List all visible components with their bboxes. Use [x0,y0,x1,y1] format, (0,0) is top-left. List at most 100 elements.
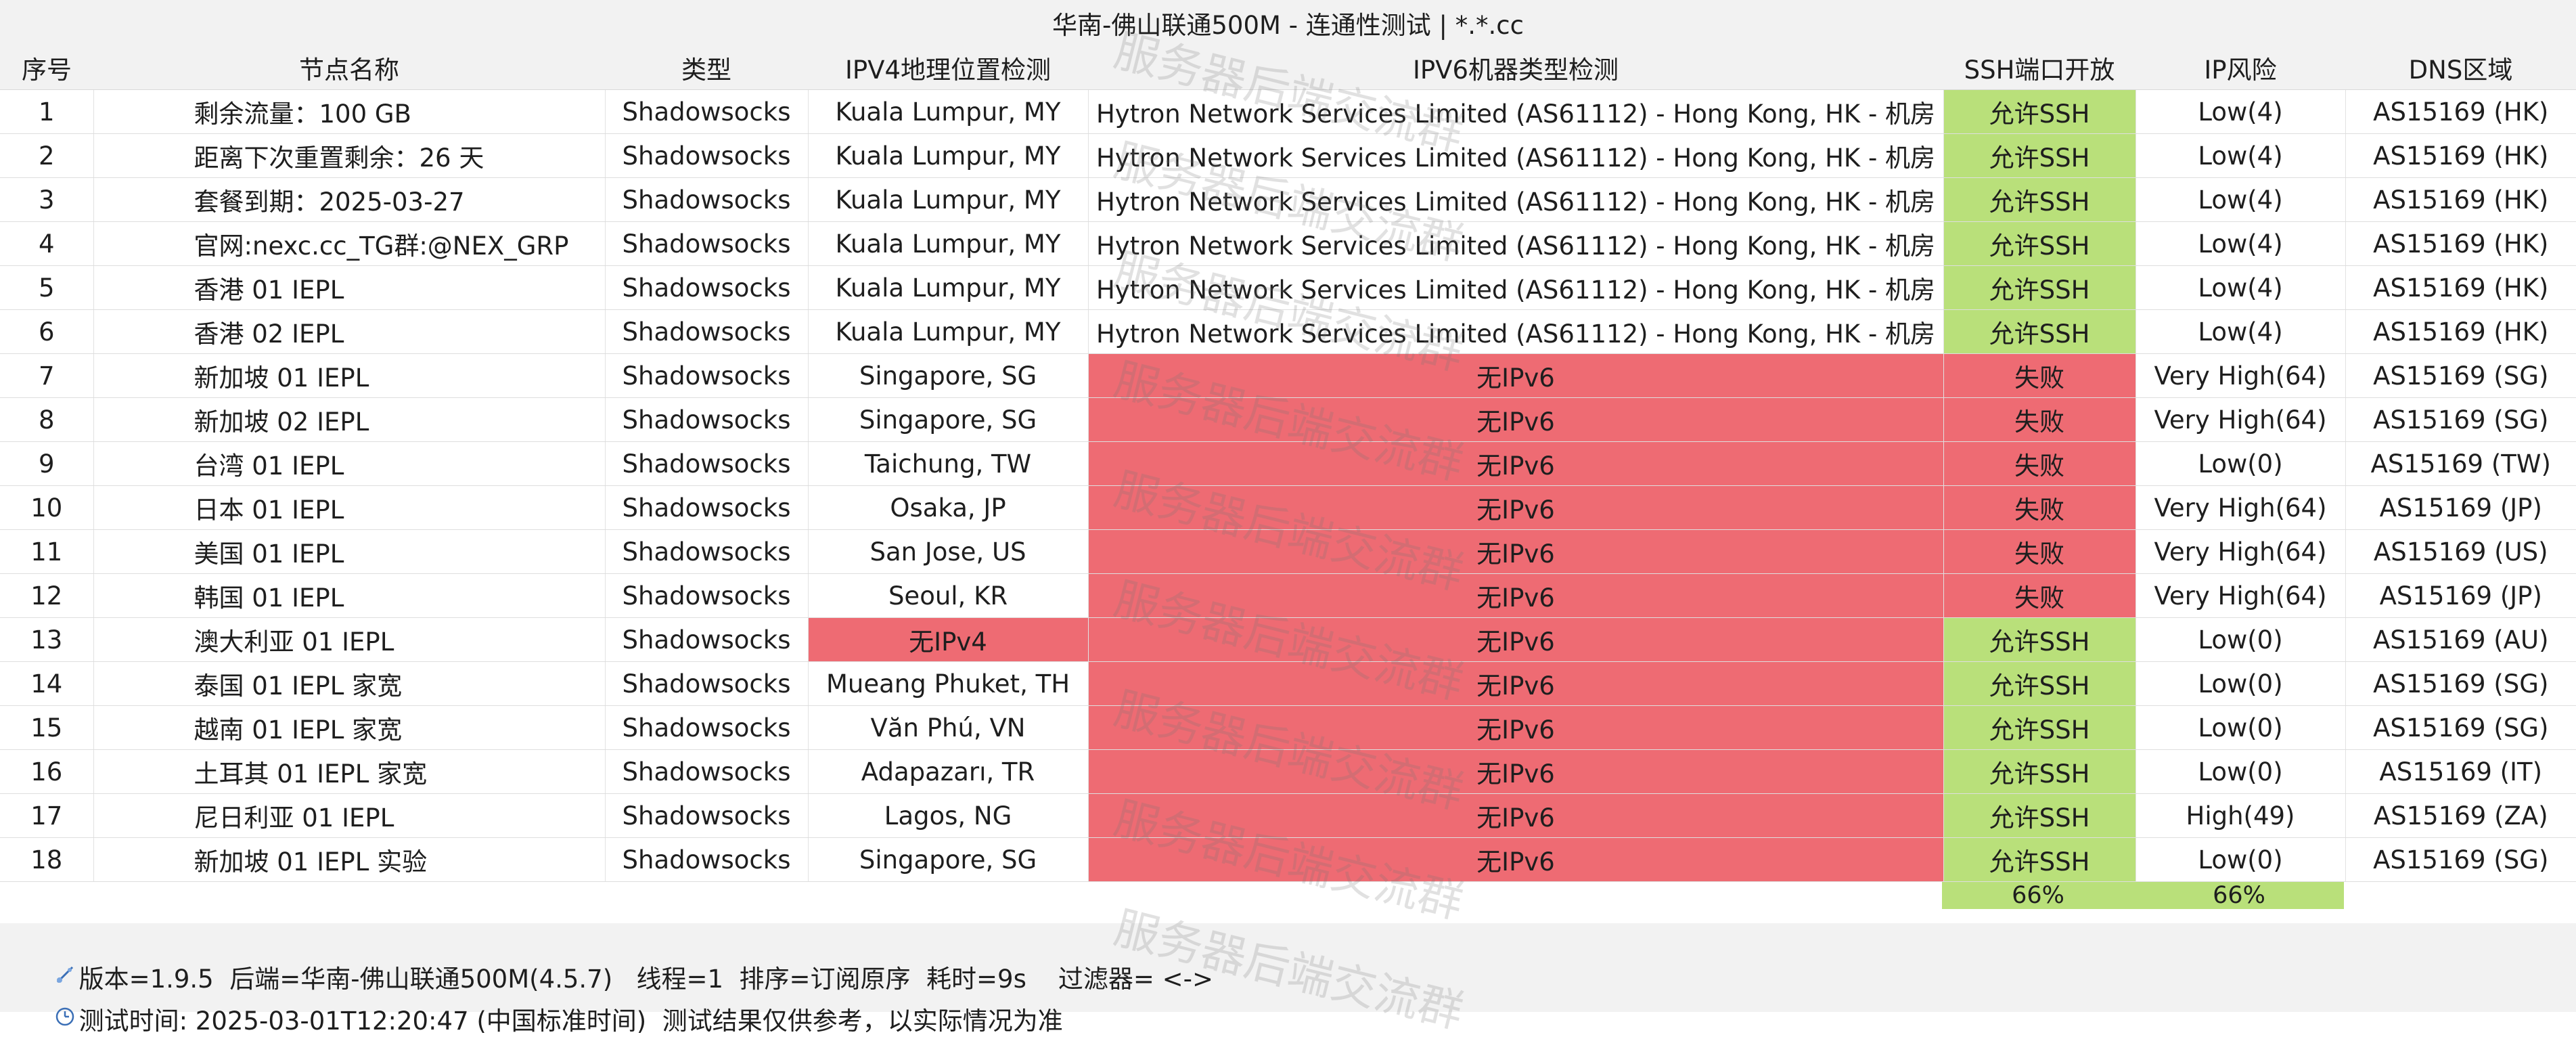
cell-dns: AS15169 (HK) [2345,221,2576,266]
column-header-type: 类型 [605,46,808,90]
cell-dns: AS15169 (IT) [2345,749,2576,794]
cell-node-name: 泰国 01 IEPL 家宽 [93,661,606,706]
cell-index: 15 [0,705,94,750]
table-row: 9 台湾 01 IEPL Shadowsocks Taichung, TW 无IPv6 失… [0,441,2576,486]
cell-type: Shadowsocks [605,309,809,354]
cell-dns: AS15169 (HK) [2345,133,2576,178]
cell-index: 12 [0,573,94,618]
cell-ip-risk: Low(0) [2136,837,2346,882]
cell-index: 10 [0,485,94,530]
table-row: 3 套餐到期：2025-03-27 Shadowsocks Kuala Lumpur,… [0,177,2576,222]
cell-ssh: 失败 [1943,397,2136,442]
cell-ip-risk: Low(0) [2136,441,2346,486]
cell-type: Shadowsocks [605,837,809,882]
cell-ssh: 失败 [1943,485,2136,530]
cell-index: 4 [0,221,94,266]
cell-ipv6-type: 无IPv6 [1088,573,1944,618]
table-row: 14 泰国 01 IEPL 家宽 Shadowsocks Mueang Phuket,… [0,661,2576,706]
cell-ssh: 允许SSH [1943,661,2136,706]
cell-node-name: 新加坡 01 IEPL [93,353,606,398]
column-header-ssh: SSH端口开放 [1943,46,2136,90]
table-row: 12 韩国 01 IEPL Shadowsocks Seoul, KR 无IPv6 失败 V… [0,573,2576,618]
cell-ssh: 失败 [1943,441,2136,486]
footer-line-test-time: 测试时间: 2025-03-01T12:20:47 (中国标准时间) 测试结果仅… [7,975,1063,1062]
cell-ipv6-type: 无IPv6 [1088,705,1944,750]
cell-ipv6-type: Hytron Network Services Limited (AS61112… [1088,265,1944,310]
cell-node-name: 香港 02 IEPL [93,309,606,354]
cell-type: Shadowsocks [605,617,809,662]
column-header-ipv4-geo: IPV4地理位置检测 [808,46,1088,90]
cell-ipv4-geo: Osaka, JP [808,485,1089,530]
cell-ipv6-type: 无IPv6 [1088,485,1944,530]
cell-ip-risk: Low(0) [2136,749,2346,794]
cell-type: Shadowsocks [605,265,809,310]
cell-type: Shadowsocks [605,133,809,178]
footer: 版本=1.9.5 后端=华南-佛山联通500M(4.5.7) 线程=1 排序=订… [0,923,2576,1036]
cell-type: Shadowsocks [605,485,809,530]
cell-ipv6-type: 无IPv6 [1088,397,1944,442]
table-row: 2 距离下次重置剩余：26 天 Shadowsocks Kuala Lumpur, M… [0,133,2576,178]
cell-ip-risk: Low(4) [2136,177,2346,222]
cell-ssh: 允许SSH [1943,793,2136,838]
column-header-node-name: 节点名称 [93,46,605,90]
page-title-text: 华南-佛山联通500M - 连通性测试 | *.*.cc [1052,11,1524,40]
cell-dns: AS15169 (SG) [2345,705,2576,750]
cell-ipv6-type: 无IPv6 [1088,661,1944,706]
cell-ip-risk: Low(4) [2136,133,2346,178]
cell-type: Shadowsocks [605,749,809,794]
column-header-ipv6-type: IPV6机器类型检测 [1088,46,1943,90]
cell-ssh: 失败 [1943,573,2136,618]
cell-type: Shadowsocks [605,441,809,486]
results-table: 序号 节点名称 类型 IPV4地理位置检测 IPV6机器类型检测 SSH端口开放… [0,46,2576,882]
cell-node-name: 澳大利亚 01 IEPL [93,617,606,662]
cell-ipv4-geo: Taichung, TW [808,441,1089,486]
cell-index: 16 [0,749,94,794]
cell-ssh: 失败 [1943,353,2136,398]
cell-node-name: 官网:nexc.cc_TG群:@NEX_GRP [93,221,606,266]
table-row: 8 新加坡 02 IEPL Shadowsocks Singapore, SG 无IPv… [0,397,2576,442]
cell-node-name: 距离下次重置剩余：26 天 [93,133,606,178]
cell-ipv6-type: 无IPv6 [1088,529,1944,574]
cell-node-name: 尼日利亚 01 IEPL [93,793,606,838]
cell-ssh: 允许SSH [1943,837,2136,882]
cell-ssh: 允许SSH [1943,89,2136,134]
cell-index: 5 [0,265,94,310]
cell-ipv4-geo: Văn Phú, VN [808,705,1089,750]
cell-type: Shadowsocks [605,705,809,750]
cell-type: Shadowsocks [605,353,809,398]
cell-ipv6-type: 无IPv6 [1088,617,1944,662]
cell-index: 7 [0,353,94,398]
cell-dns: AS15169 (SG) [2345,661,2576,706]
cell-dns: AS15169 (HK) [2345,265,2576,310]
table-row: 18 新加坡 01 IEPL 实验 Shadowsocks Singapore, SG… [0,837,2576,882]
cell-index: 13 [0,617,94,662]
cell-ipv6-type: 无IPv6 [1088,441,1944,486]
cell-ipv4-geo: Kuala Lumpur, MY [808,177,1089,222]
cell-ipv4-geo: Adapazarı, TR [808,749,1089,794]
cell-index: 11 [0,529,94,574]
cell-node-name: 新加坡 01 IEPL 实验 [93,837,606,882]
cell-ip-risk: Low(4) [2136,309,2346,354]
cell-type: Shadowsocks [605,89,809,134]
cell-node-name: 韩国 01 IEPL [93,573,606,618]
table-row: 4 官网:nexc.cc_TG群:@NEX_GRP Shadowsocks Kuala… [0,221,2576,266]
cell-type: Shadowsocks [605,529,809,574]
ssh-success-rate: 66% [1942,882,2134,909]
cell-ssh: 允许SSH [1943,265,2136,310]
table-row: 16 土耳其 01 IEPL 家宽 Shadowsocks Adapazarı, TR… [0,749,2576,794]
cell-node-name: 套餐到期：2025-03-27 [93,177,606,222]
table-row: 6 香港 02 IEPL Shadowsocks Kuala Lumpur, MY Hy… [0,309,2576,354]
column-header-index: 序号 [0,46,93,90]
cell-node-name: 美国 01 IEPL [93,529,606,574]
cell-dns: AS15169 (TW) [2345,441,2576,486]
cell-node-name: 越南 01 IEPL 家宽 [93,705,606,750]
cell-ipv4-geo: Mueang Phuket, TH [808,661,1089,706]
cell-ipv4-geo: Lagos, NG [808,793,1089,838]
cell-ipv4-geo: Kuala Lumpur, MY [808,309,1089,354]
cell-ip-risk: High(49) [2136,793,2346,838]
cell-ssh: 允许SSH [1943,177,2136,222]
cell-ssh: 允许SSH [1943,749,2136,794]
cell-index: 9 [0,441,94,486]
cell-ipv4-geo: Kuala Lumpur, MY [808,265,1089,310]
cell-dns: AS15169 (AU) [2345,617,2576,662]
